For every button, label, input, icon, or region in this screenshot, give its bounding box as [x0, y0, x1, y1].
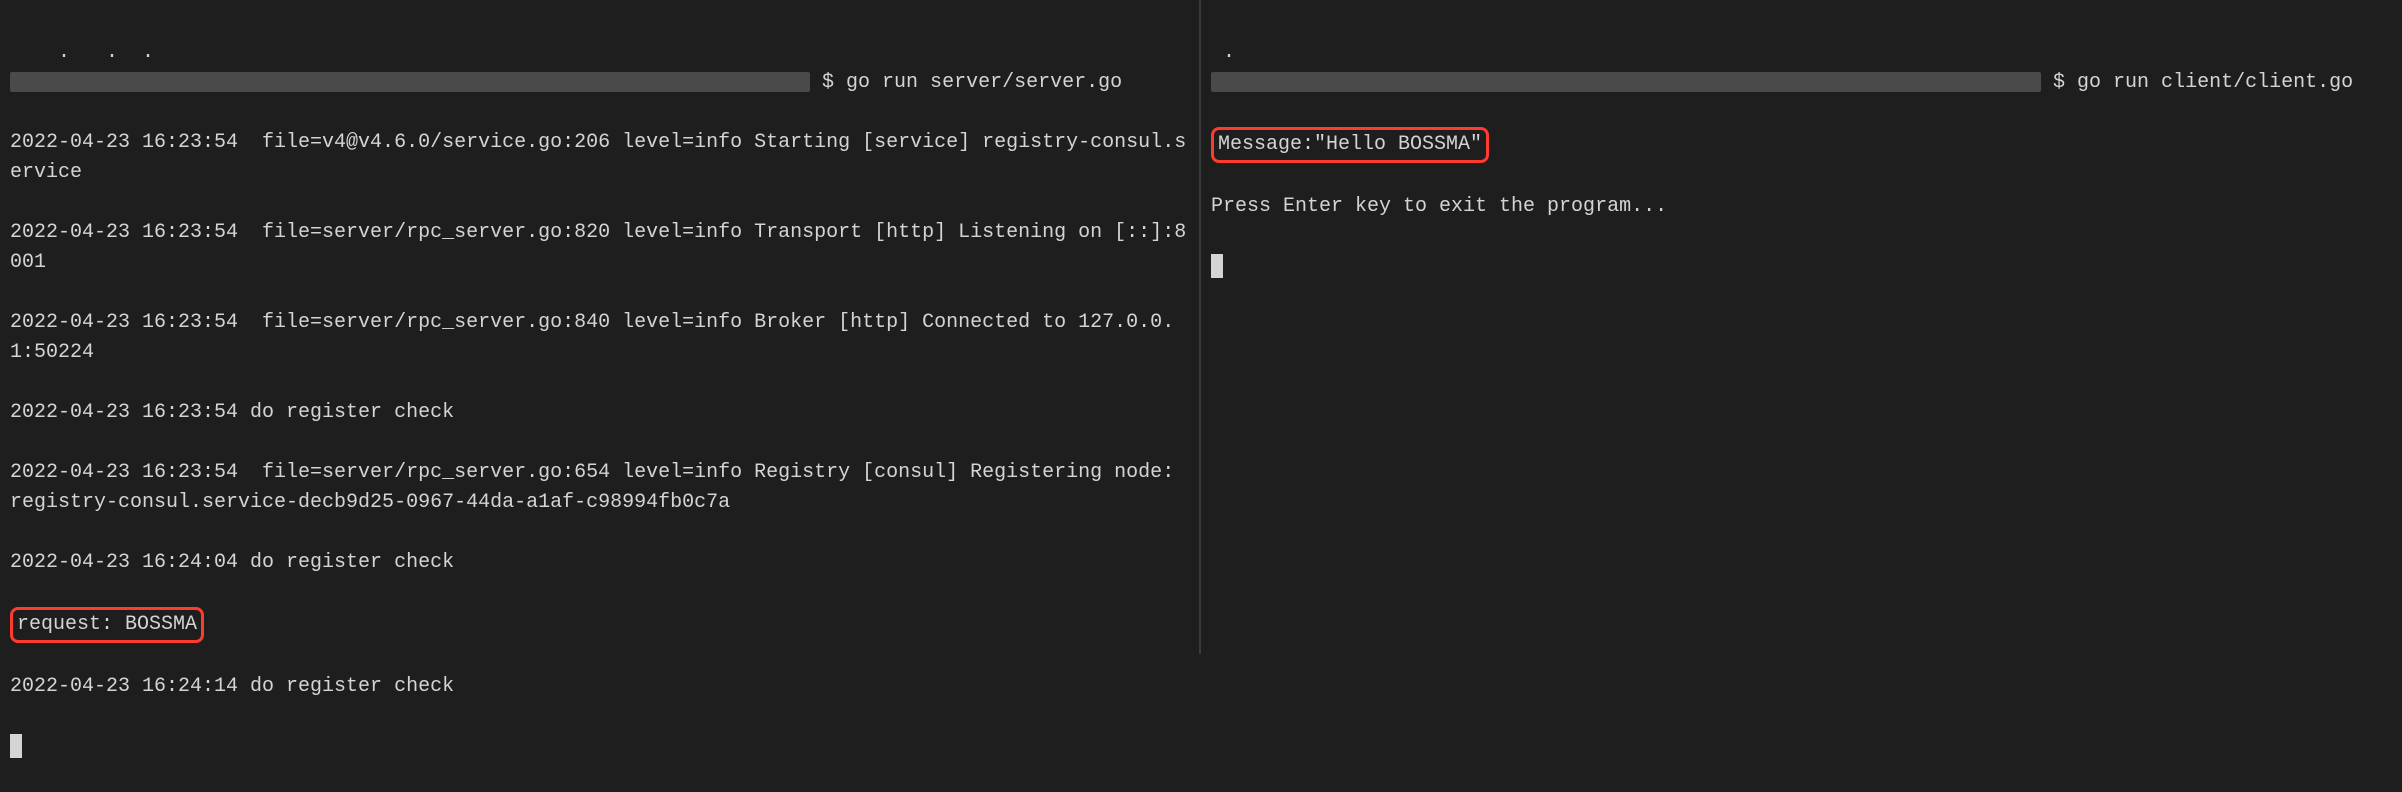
highlighted-request: request: BOSSMA	[10, 607, 204, 643]
obscured-hostname-right	[1211, 72, 2041, 92]
highlighted-message: Message:"Hello BOSSMA"	[1211, 127, 1489, 163]
terminal-pane-left[interactable]: . . . $ go run server/server.go 2022-04-…	[0, 0, 1201, 654]
terminal-pane-right[interactable]: . $ go run client/client.go Message:"Hel…	[1201, 0, 2402, 654]
log-line: 2022-04-23 16:24:14 do register check	[10, 672, 1189, 702]
path-fragment: .	[1211, 41, 1235, 64]
cursor-left	[10, 734, 22, 758]
log-line: 2022-04-23 16:23:54 file=server/rpc_serv…	[10, 458, 1189, 518]
log-line: 2022-04-23 16:23:54 do register check	[10, 398, 1189, 428]
path-fragment: . . .	[10, 41, 154, 64]
obscured-hostname-left	[10, 72, 810, 92]
log-line: 2022-04-23 16:23:54 file=server/rpc_serv…	[10, 308, 1189, 368]
cursor-right	[1211, 254, 1223, 278]
log-line: 2022-04-23 16:24:04 do register check	[10, 548, 1189, 578]
command-text: go run server/server.go	[846, 71, 1122, 94]
log-line: 2022-04-23 16:23:54 file=v4@v4.6.0/servi…	[10, 128, 1189, 188]
prompt-symbol: $	[822, 71, 834, 94]
output-line: Press Enter key to exit the program...	[1211, 192, 2392, 222]
log-line: 2022-04-23 16:23:54 file=server/rpc_serv…	[10, 218, 1189, 278]
command-text: go run client/client.go	[2077, 71, 2353, 94]
prompt-symbol: $	[2053, 71, 2065, 94]
